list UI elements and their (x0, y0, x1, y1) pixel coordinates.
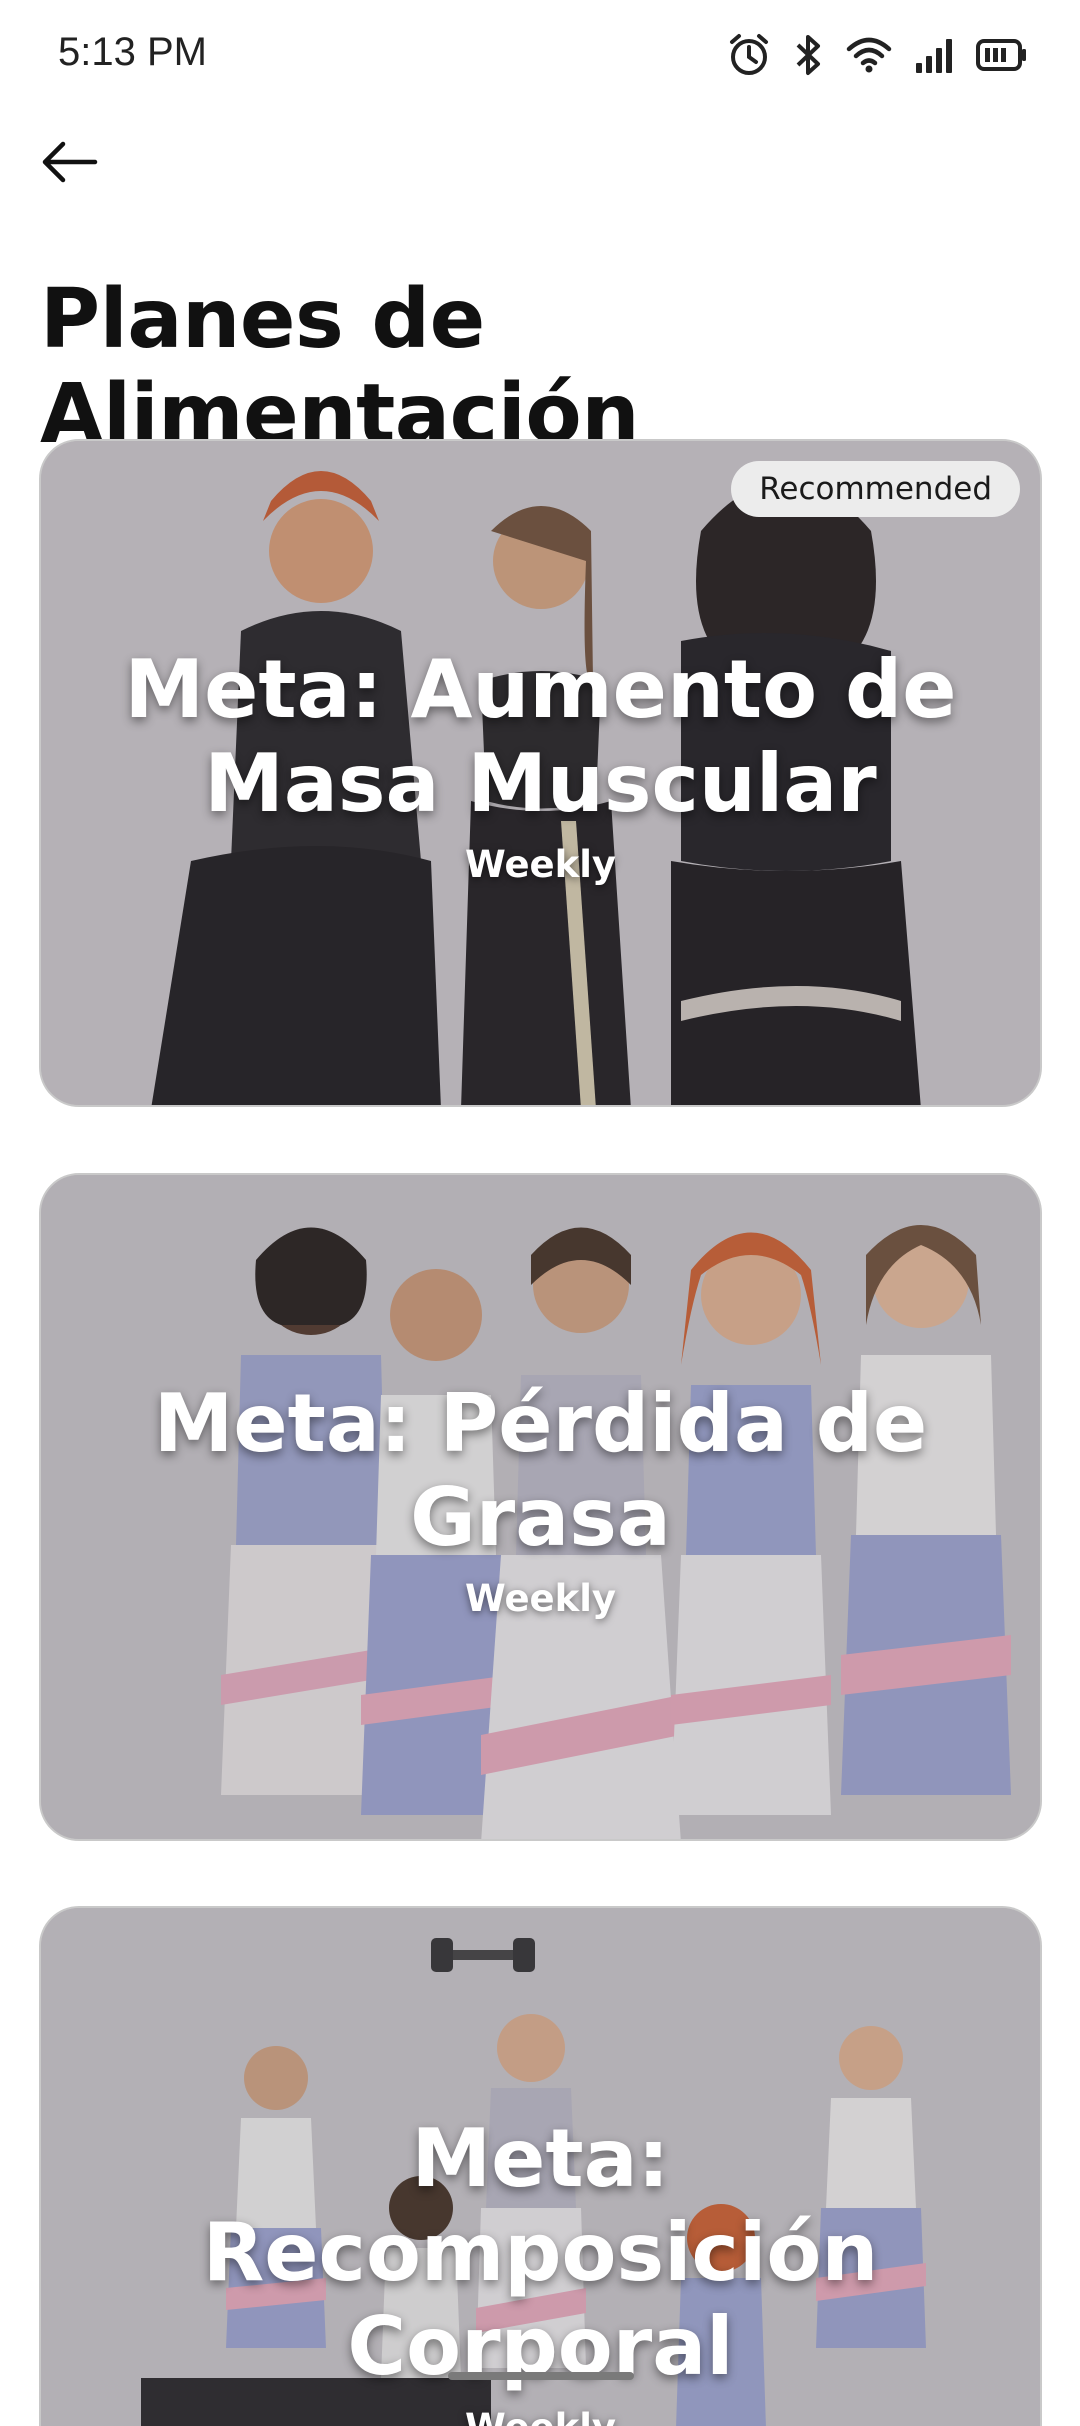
plan-goal: Meta: Recomposición Corporal (202, 2112, 879, 2393)
plan-frequency: Weekly (464, 843, 617, 886)
plan-text: Meta: Pérdida de Grasa Weekly (41, 1377, 1040, 1620)
status-icons (726, 30, 1028, 80)
arrow-left-icon (39, 137, 99, 192)
home-indicator[interactable] (448, 2372, 634, 2380)
signal-icon (914, 35, 954, 75)
plan-goal: Meta: Aumento de Masa Muscular (124, 643, 957, 830)
alarm-icon (726, 32, 772, 78)
back-button[interactable] (34, 134, 104, 194)
recommended-badge: Recommended (731, 461, 1020, 517)
page-title: Planes de Alimentación (40, 272, 640, 462)
plan-frequency: Weekly (41, 2406, 1040, 2426)
plan-text: Meta: Aumento de Masa Muscular Weekly (41, 643, 1040, 886)
plan-card-muscle-gain[interactable]: Recommended Meta: Aumento de Masa Muscul… (39, 439, 1042, 1107)
status-bar: 5:13 PM (0, 0, 1080, 110)
wifi-icon (846, 35, 892, 75)
bluetooth-icon (794, 32, 824, 78)
plan-frequency: Weekly (464, 1577, 617, 1620)
status-time: 5:13 PM (58, 30, 207, 74)
battery-icon (976, 37, 1028, 73)
plan-card-body-recomposition[interactable]: Meta: Recomposición Corporal Weekly (39, 1906, 1042, 2426)
plan-goal: Meta: Pérdida de Grasa (153, 1377, 928, 1564)
plan-card-fat-loss[interactable]: Meta: Pérdida de Grasa Weekly (39, 1173, 1042, 1841)
